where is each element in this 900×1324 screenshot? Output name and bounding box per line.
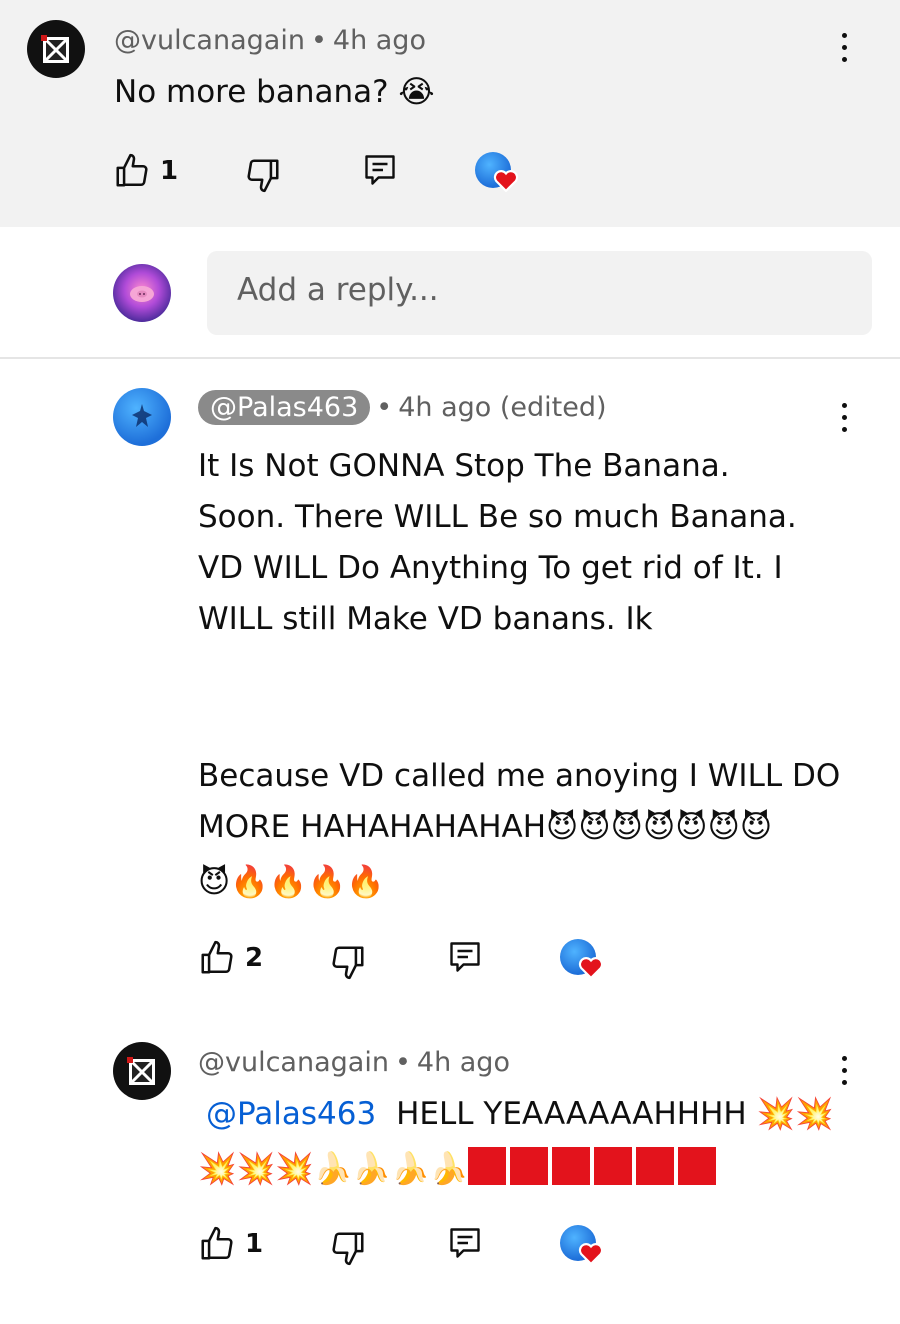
comment-meta: @vulcanagain • 4h ago bbox=[114, 25, 426, 56]
current-user-avatar bbox=[113, 264, 171, 322]
timestamp: 4h ago (edited) bbox=[398, 392, 607, 423]
reply-input[interactable] bbox=[235, 271, 839, 309]
more-options-icon[interactable] bbox=[839, 33, 849, 67]
comment-text: Because VD called me anoying I WILL DO M… bbox=[198, 751, 858, 908]
avatar[interactable] bbox=[113, 1042, 171, 1100]
comment-meta: @vulcanagain • 4h ago bbox=[198, 1047, 510, 1078]
comment-line-text: HELL YEAAAAAAHHHH 💥💥 bbox=[396, 1096, 834, 1132]
reply-icon[interactable] bbox=[447, 1225, 483, 1261]
dislike-icon[interactable] bbox=[329, 943, 367, 981]
comment-line-text: 💥💥💥🍌🍌🍌🍌 bbox=[198, 1151, 469, 1187]
creator-heart-icon bbox=[560, 1225, 604, 1265]
meta-separator: • bbox=[376, 392, 393, 423]
dislike-icon[interactable] bbox=[329, 1229, 367, 1267]
creator-heart-icon bbox=[560, 939, 604, 979]
pig-face-icon bbox=[130, 286, 154, 302]
comment-actions: 2 bbox=[198, 939, 618, 985]
meta-separator: • bbox=[394, 1047, 411, 1078]
comment-line: It Is Not GONNA Stop The Banana. bbox=[198, 448, 730, 484]
reply-icon[interactable] bbox=[362, 152, 398, 188]
author-name-chip[interactable]: @Palas463 bbox=[198, 390, 371, 425]
comment-actions: 1 bbox=[198, 1225, 618, 1271]
comment-line: 😈🔥🔥🔥🔥 bbox=[198, 864, 385, 900]
comment-line: 💥💥💥🍌🍌🍌🍌 bbox=[198, 1144, 858, 1195]
comment-text: No more banana? 😭 bbox=[114, 74, 435, 110]
like-count: 1 bbox=[245, 1229, 264, 1259]
creator-heart-icon bbox=[475, 152, 519, 192]
reply-input-container[interactable] bbox=[207, 251, 872, 335]
like-count: 2 bbox=[245, 943, 264, 973]
reply-icon[interactable] bbox=[447, 939, 483, 975]
comment-actions: 1 bbox=[113, 152, 533, 198]
comment-text: @Palas463 HELL YEAAAAAAHHHH 💥💥 💥💥💥🍌🍌🍌🍌 bbox=[198, 1089, 858, 1195]
comment-line: @Palas463 HELL YEAAAAAAHHHH 💥💥 bbox=[198, 1089, 858, 1140]
red-square-emoji bbox=[468, 1147, 720, 1187]
avatar-image-icon bbox=[132, 404, 152, 427]
timestamp: 4h ago bbox=[416, 1047, 510, 1078]
mention-link[interactable]: @Palas463 bbox=[206, 1096, 376, 1132]
meta-separator: • bbox=[310, 25, 327, 56]
dislike-icon[interactable] bbox=[244, 156, 282, 194]
like-icon[interactable] bbox=[113, 152, 151, 190]
comment-line: Soon. There WILL Be so much Banana. bbox=[198, 499, 797, 535]
comment-line: Because VD called me anoying I WILL DO bbox=[198, 758, 841, 794]
author-name[interactable]: @vulcanagain bbox=[114, 25, 305, 56]
comment-line: WILL still Make VD banans. Ik bbox=[198, 601, 653, 637]
timestamp: 4h ago bbox=[332, 25, 426, 56]
like-icon[interactable] bbox=[198, 939, 236, 977]
avatar[interactable] bbox=[113, 388, 171, 446]
avatar-image-icon bbox=[127, 1057, 155, 1085]
more-options-icon[interactable] bbox=[839, 1056, 849, 1090]
avatar-image-icon bbox=[41, 35, 69, 63]
like-count: 1 bbox=[160, 156, 179, 186]
comment-meta: @Palas463 • 4h ago (edited) bbox=[198, 390, 607, 425]
more-options-icon[interactable] bbox=[839, 403, 849, 437]
author-name[interactable]: @vulcanagain bbox=[198, 1047, 389, 1078]
like-icon[interactable] bbox=[198, 1225, 236, 1263]
avatar[interactable] bbox=[27, 20, 85, 78]
comment-line: MORE HAHAHAHAHAH😈😈😈😈😈😈😈 bbox=[198, 809, 773, 845]
comment-line: VD WILL Do Anything To get rid of It. I bbox=[198, 550, 783, 586]
comment-text: It Is Not GONNA Stop The Banana. Soon. T… bbox=[198, 441, 838, 645]
divider bbox=[0, 357, 900, 359]
